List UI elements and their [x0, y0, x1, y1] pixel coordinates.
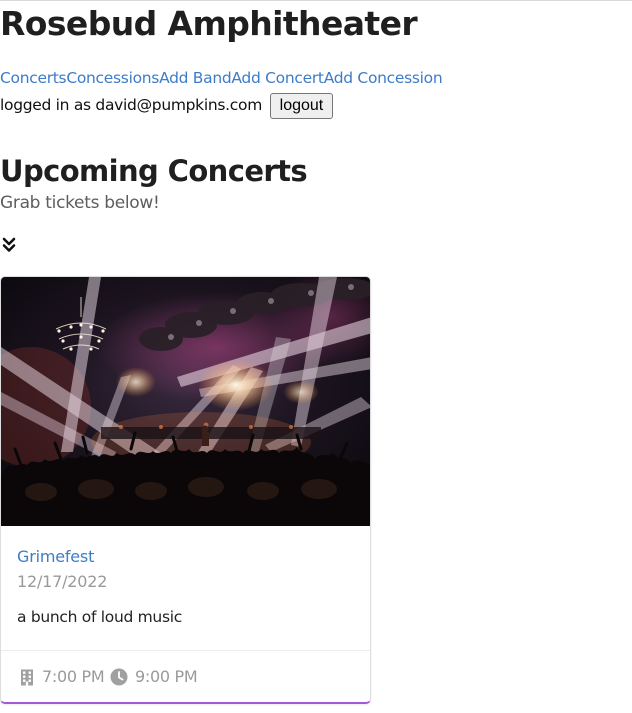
nav-concerts-link[interactable]: Concerts [0, 69, 67, 87]
session-bar: logged in as david@pumpkins.com logout [0, 91, 334, 119]
concert-image [1, 277, 370, 526]
end-time: 9:00 PM [110, 666, 198, 688]
end-time-text: 9:00 PM [135, 667, 198, 686]
main-nav: ConcertsConcessionsAdd BandAdd ConcertAd… [0, 67, 443, 89]
top-border [0, 0, 632, 1]
nav-add-band-link[interactable]: Add Band [159, 69, 232, 87]
concert-card-body: Grimefest 12/17/2022 a bunch of loud mus… [1, 526, 370, 651]
concert-card-footer: 7:00 PM 9:00 PM [1, 650, 370, 702]
door-time: 7:00 PM [20, 666, 105, 688]
nav-concessions-link[interactable]: Concessions [66, 69, 159, 87]
concert-date: 12/17/2022 [17, 572, 108, 591]
double-chevron-down-icon[interactable] [2, 237, 16, 253]
door-time-text: 7:00 PM [42, 667, 105, 686]
band-name-link[interactable]: Grimefest [17, 546, 94, 568]
section-subtitle: Grab tickets below! [0, 193, 160, 213]
concert-description: a bunch of loud music [17, 608, 182, 626]
concert-card: Grimefest 12/17/2022 a bunch of loud mus… [0, 276, 371, 704]
logged-in-text: logged in as david@pumpkins.com [0, 96, 262, 114]
nav-add-concession-link[interactable]: Add Concession [324, 69, 443, 87]
section-title: Upcoming Concerts [0, 154, 308, 188]
clock-icon [110, 668, 128, 686]
logout-button[interactable]: logout [269, 92, 334, 119]
nav-add-concert-link[interactable]: Add Concert [231, 69, 324, 87]
building-icon [21, 669, 33, 685]
site-title: Rosebud Amphitheater [0, 4, 418, 43]
